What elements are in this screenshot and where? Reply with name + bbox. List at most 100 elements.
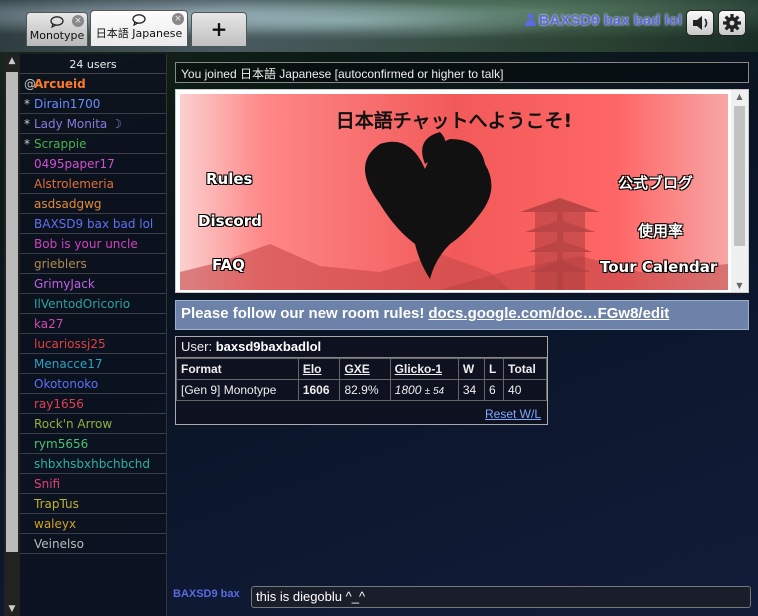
list-item[interactable]: ray1656 [20, 394, 166, 414]
sound-button[interactable] [686, 10, 714, 36]
cell-gxe: 82.9% [339, 379, 391, 401]
banner-link-faq[interactable]: FAQ [212, 256, 245, 274]
join-notice: You joined 日本語 Japanese [autoconfirmed o… [175, 62, 749, 83]
list-item[interactable]: asdsadgwg [20, 194, 166, 214]
user-name: Dirain1700 [34, 97, 101, 111]
scroll-down-icon[interactable]: ▼ [734, 281, 745, 290]
list-item[interactable]: grieblers [20, 254, 166, 274]
scroll-thumb[interactable] [6, 72, 18, 552]
userlist: 24 users @Arcueid * Dirain1700 * Lady Monita… [20, 54, 167, 616]
close-icon[interactable]: × [72, 15, 84, 27]
chat-log: You joined 日本語 Japanese [autoconfirmed o… [167, 54, 758, 576]
user-name: BAXSD9 bax bad lol [34, 217, 154, 231]
user-name: Menacce17 [34, 357, 103, 371]
tab-japanese[interactable]: 日本語 Japanese × [90, 10, 188, 46]
col-total: Total [503, 358, 547, 380]
list-item[interactable]: Alstrolemeria [20, 174, 166, 194]
user-icon [524, 13, 536, 26]
user-name: lucariossj25 [34, 337, 106, 351]
table-row: [Gen 9] Monotype 1606 82.9% 1800 ± 54 34… [176, 379, 547, 401]
list-item[interactable]: Snifi [20, 474, 166, 494]
gear-icon [723, 14, 741, 32]
stats-user-name: baxsd9baxbadlol [215, 339, 322, 354]
list-item[interactable]: Bob is your uncle [20, 234, 166, 254]
close-icon[interactable]: × [172, 13, 184, 25]
user-name: TrapTus [34, 497, 79, 511]
banner-link-rules[interactable]: Rules [206, 170, 252, 188]
message-input[interactable]: this is diegoblu ^_^ [251, 586, 751, 608]
user-name: Arcueid [34, 77, 86, 91]
user-rank: * [24, 117, 30, 131]
user-name: ka27 [34, 317, 64, 331]
cell-glicko: 1800 ± 54 [389, 379, 459, 401]
scroll-thumb[interactable] [734, 106, 745, 246]
scroll-up-icon[interactable]: ▲ [734, 92, 745, 101]
list-item[interactable]: * Dirain1700 [20, 94, 166, 114]
user-name: Rock'n Arrow [34, 417, 113, 431]
list-item[interactable]: waleyx [20, 514, 166, 534]
scroll-down-icon[interactable]: ▼ [7, 604, 17, 614]
banner-link-discord[interactable]: Discord [198, 212, 262, 230]
col-gxe: GXE [339, 358, 391, 380]
user-name: ray1656 [34, 397, 84, 411]
cell-wins: 34 [457, 379, 485, 401]
banner-link-usage[interactable]: 使用率 [638, 220, 683, 241]
settings-button[interactable] [718, 10, 746, 36]
tab-monotype[interactable]: Monotype × [26, 12, 88, 46]
col-wins: W [457, 358, 485, 380]
chat-bubble-icon [132, 14, 146, 26]
list-item[interactable]: lucariossj25 [20, 334, 166, 354]
col-elo: Elo [297, 358, 341, 380]
banner-link-tour-calendar[interactable]: Tour Calendar [600, 258, 717, 276]
user-name: Bob is your uncle [34, 237, 138, 251]
room-intro-banner: 日本語チャットへようこそ! Rules Discord FAQ 公式ブログ 使用… [180, 94, 728, 290]
list-item[interactable]: * Lady Monita ☽ [20, 114, 166, 134]
user-name: Veinelso [34, 537, 84, 551]
current-user[interactable]: BAXSD9 bax bad lol [524, 12, 682, 29]
new-tab-button[interactable]: + [191, 12, 247, 46]
user-name: grieblers [34, 257, 87, 271]
user-name: Scrappie [34, 137, 87, 151]
scroll-up-icon[interactable]: ▲ [7, 56, 17, 66]
list-item[interactable]: shbxhsbxhbchbchd [20, 454, 166, 474]
banner-title: 日本語チャットへようこそ! [335, 110, 573, 132]
list-item[interactable]: Veinelso [20, 534, 166, 554]
glicko-value: 1800 [394, 383, 422, 397]
list-item[interactable]: ka27 [20, 314, 166, 334]
stats-user: User: baxsd9baxbadlol [176, 337, 547, 358]
col-glicko: Glicko-1 [389, 358, 459, 380]
user-name: Lady Monita ☽ [34, 117, 122, 131]
list-item[interactable]: 0495paper17 [20, 154, 166, 174]
ladder-stats: User: baxsd9baxbadlol Format Elo GXE Gli… [175, 336, 548, 425]
userlist-scrollbar[interactable]: ▲ ▼ [4, 54, 20, 616]
rules-notice: Please follow our new room rules! docs.go… [175, 300, 749, 330]
list-item[interactable]: GrimyJack [20, 274, 166, 294]
list-item[interactable]: IlVentodOricorio [20, 294, 166, 314]
banner-scrollbar[interactable]: ▲ ▼ [731, 90, 748, 292]
chat-bubble-icon [50, 16, 64, 28]
list-item[interactable]: Rock'n Arrow [20, 414, 166, 434]
list-item[interactable]: Okotonoko [20, 374, 166, 394]
list-item[interactable]: Menacce17 [20, 354, 166, 374]
user-name: 0495paper17 [34, 157, 115, 171]
list-item[interactable]: BAXSD9 bax bad lol [20, 214, 166, 234]
user-rank: @ [24, 77, 36, 91]
user-name: shbxhsbxhbchbchd [34, 457, 151, 471]
list-item[interactable]: TrapTus [20, 494, 166, 514]
reset-wl-link[interactable]: Reset W/L [485, 407, 541, 421]
stats-table: Format Elo GXE Glicko-1 W L Total [Gen 9… [176, 358, 547, 401]
volume-icon [693, 16, 708, 30]
current-user-name: BAXSD9 bax bad lol [538, 12, 682, 29]
list-item[interactable]: @Arcueid [20, 74, 166, 94]
user-count: 24 users [20, 54, 166, 74]
rules-link[interactable]: docs.google.com/doc…FGw8/edit [428, 305, 669, 322]
user-name: Alstrolemeria [34, 177, 114, 191]
banner-link-blog[interactable]: 公式ブログ [618, 172, 693, 193]
room-intro-frame: 日本語チャットへようこそ! Rules Discord FAQ 公式ブログ 使用… [175, 89, 749, 293]
list-item[interactable]: * Scrappie [20, 134, 166, 154]
user-name: asdsadgwg [34, 197, 102, 211]
tab-label: Monotype [29, 29, 85, 42]
stats-user-label: User: [181, 339, 213, 354]
cell-format: [Gen 9] Monotype [176, 379, 299, 401]
list-item[interactable]: rym5656 [20, 434, 166, 454]
